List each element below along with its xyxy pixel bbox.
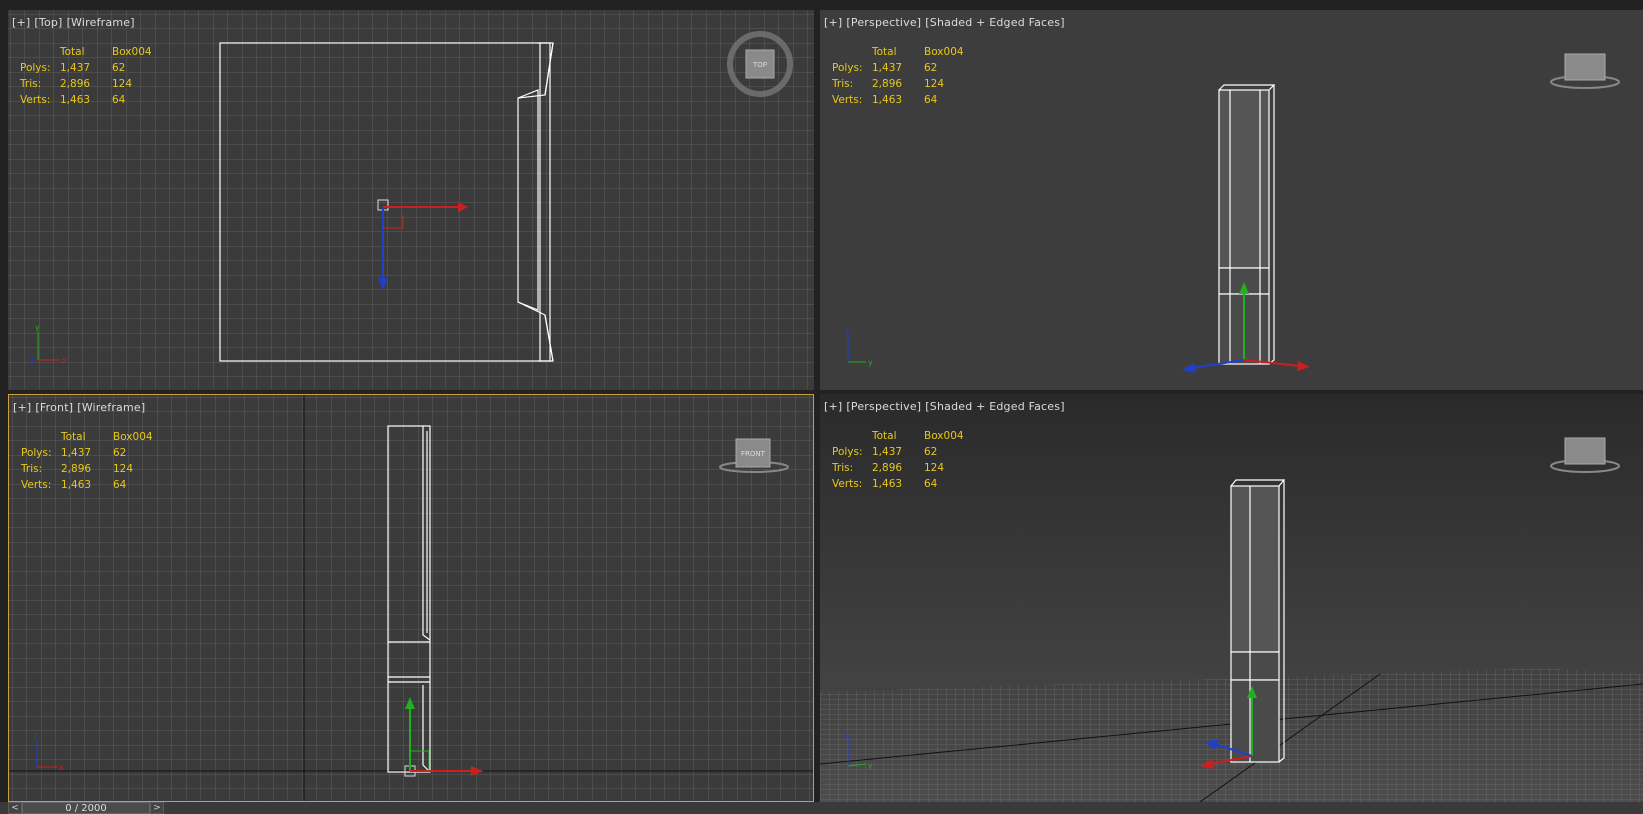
stats-value: 1,463 xyxy=(61,479,92,491)
stats-value: 1,463 xyxy=(60,94,91,106)
stats-panel-front: Total Box004 Polys: 1,437 62 Tris: 2,896 124 … xyxy=(21,429,181,493)
stats-value: 1,437 xyxy=(60,62,91,74)
viewport-menu-plus[interactable]: [+] xyxy=(12,16,30,29)
stats-value: 1,437 xyxy=(872,446,903,458)
stats-label: Verts: xyxy=(832,94,863,106)
stats-value: 124 xyxy=(924,78,945,90)
svg-text:z: z xyxy=(845,730,849,739)
stats-value: 62 xyxy=(924,62,938,74)
viewport-top[interactable]: y x z TOP [+] [Top] [Wireframe] Total Box00… xyxy=(8,10,814,390)
stats-panel-persp-2: Total Box004 Polys: 1,437 62 Tris: 2,896 124 … xyxy=(832,428,992,492)
svg-text:x: x xyxy=(62,356,67,365)
svg-text:y: y xyxy=(868,358,873,367)
viewport-label-persp-1[interactable]: [+] [Perspective] [Shaded + Edged Faces] xyxy=(824,16,1069,29)
stats-value: 124 xyxy=(924,462,945,474)
viewport-front[interactable]: z x FRONT [+] [Front] [Wireframe] Total Box… xyxy=(8,394,814,802)
stats-label: Tris: xyxy=(20,78,42,90)
viewcube-label[interactable]: FRONT xyxy=(741,450,766,458)
svg-text:y: y xyxy=(868,761,873,770)
stats-value: 1,463 xyxy=(872,94,903,106)
timeline-next-button[interactable]: > xyxy=(150,802,164,814)
viewport-menu-plus[interactable]: [+] xyxy=(13,401,31,414)
stats-header-object: Box004 xyxy=(113,431,153,443)
stats-header-total: Total xyxy=(61,431,86,443)
svg-text:z: z xyxy=(34,731,38,740)
timeline-prev-button[interactable]: < xyxy=(8,802,22,814)
stats-value: 2,896 xyxy=(60,78,91,90)
stats-header-total: Total xyxy=(872,430,897,442)
stats-header-object: Box004 xyxy=(112,46,152,58)
stats-value: 1,437 xyxy=(61,447,92,459)
viewport-menu-plus[interactable]: [+] xyxy=(824,16,842,29)
stats-label: Verts: xyxy=(21,479,52,491)
stats-label: Tris: xyxy=(832,78,854,90)
viewport-label-persp-2[interactable]: [+] [Perspective] [Shaded + Edged Faces] xyxy=(824,400,1069,413)
viewport-shading-mode[interactable]: [Shaded + Edged Faces] xyxy=(925,400,1064,413)
stats-value: 2,896 xyxy=(61,463,92,475)
svg-text:z: z xyxy=(845,326,849,335)
viewport-perspective-1[interactable]: z y [+] [Perspective] [Shaded + Edged Face… xyxy=(820,10,1643,390)
stats-value: 1,437 xyxy=(872,62,903,74)
stats-value: 124 xyxy=(113,463,134,475)
viewcube-persp-2 xyxy=(1550,437,1620,473)
timeline-bar: < 0 / 2000 > xyxy=(0,802,1643,814)
stats-value: 2,896 xyxy=(872,462,903,474)
viewport-perspective-2[interactable]: z y [+] [Perspective] [Shaded + Edged Face… xyxy=(820,394,1643,802)
stats-header-object: Box004 xyxy=(924,430,964,442)
stats-label: Tris: xyxy=(21,463,43,475)
object-pillar-1 xyxy=(1218,84,1276,365)
svg-text:y: y xyxy=(35,323,40,332)
viewport-shading-mode[interactable]: [Wireframe] xyxy=(67,16,135,29)
viewport-view-name[interactable]: [Perspective] xyxy=(846,16,921,29)
viewport-label-top[interactable]: [+] [Top] [Wireframe] xyxy=(12,16,139,29)
stats-value: 64 xyxy=(924,478,938,490)
stats-label: Polys: xyxy=(832,62,863,74)
stats-value: 62 xyxy=(924,446,938,458)
stats-value: 64 xyxy=(113,479,127,491)
stats-label: Tris: xyxy=(832,462,854,474)
stats-label: Verts: xyxy=(20,94,51,106)
viewport-shading-mode[interactable]: [Wireframe] xyxy=(77,401,145,414)
svg-text:z: z xyxy=(30,356,34,365)
stats-value: 62 xyxy=(113,447,127,459)
stats-label: Polys: xyxy=(21,447,52,459)
viewport-shading-mode[interactable]: [Shaded + Edged Faces] xyxy=(925,16,1064,29)
stats-value: 62 xyxy=(112,62,126,74)
stats-label: Verts: xyxy=(832,478,863,490)
viewport-view-name[interactable]: [Perspective] xyxy=(846,400,921,413)
object-pillar-2 xyxy=(1230,479,1286,763)
viewport-label-front[interactable]: [+] [Front] [Wireframe] xyxy=(13,401,149,414)
stats-value: 64 xyxy=(924,94,938,106)
stats-value: 124 xyxy=(112,78,133,90)
svg-text:x: x xyxy=(59,763,64,772)
stats-header-object: Box004 xyxy=(924,46,964,58)
stats-value: 64 xyxy=(112,94,126,106)
viewport-view-name[interactable]: [Top] xyxy=(34,16,62,29)
stats-header-total: Total xyxy=(872,46,897,58)
viewport-view-name[interactable]: [Front] xyxy=(35,401,73,414)
viewcube-label[interactable]: TOP xyxy=(752,61,767,69)
stats-header-total: Total xyxy=(60,46,85,58)
stats-value: 2,896 xyxy=(872,78,903,90)
stats-panel-persp-1: Total Box004 Polys: 1,437 62 Tris: 2,896 124 … xyxy=(832,44,992,108)
viewport-menu-plus[interactable]: [+] xyxy=(824,400,842,413)
axis-tripod-persp-1: z y xyxy=(845,326,873,367)
stats-panel-top: Total Box004 Polys: 1,437 62 Tris: 2,896 124 … xyxy=(20,44,180,108)
time-slider[interactable]: 0 / 2000 xyxy=(22,802,150,814)
stats-value: 1,463 xyxy=(872,478,903,490)
stats-label: Polys: xyxy=(20,62,51,74)
stats-label: Polys: xyxy=(832,446,863,458)
viewcube-persp-1 xyxy=(1550,53,1620,89)
